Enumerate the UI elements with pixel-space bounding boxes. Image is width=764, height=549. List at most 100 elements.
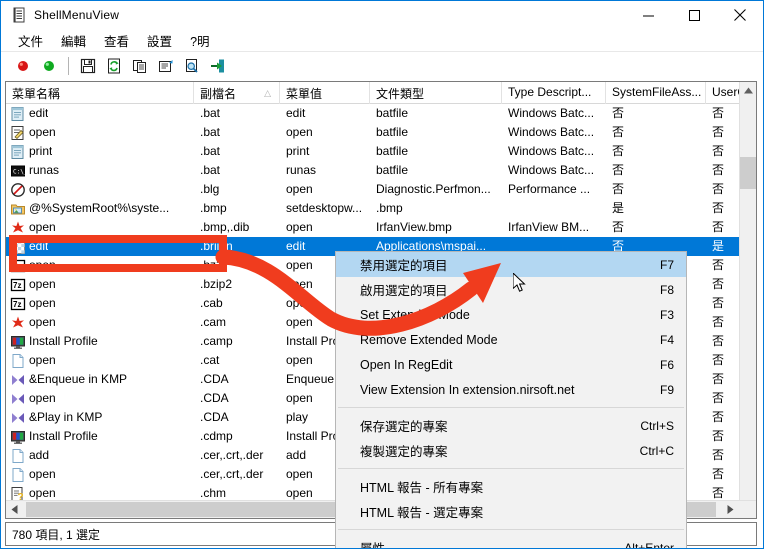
- context-menu-item[interactable]: HTML 報告 - 所有專案: [336, 474, 686, 499]
- cell-type-description: IrfanView BM...: [508, 220, 590, 234]
- menu-help[interactable]: ?明: [181, 29, 218, 52]
- maximize-button[interactable]: [671, 1, 717, 29]
- menu-edit[interactable]: 編輯: [52, 29, 95, 52]
- context-menu-item-accelerator: F4: [659, 332, 674, 347]
- context-menu-item-accelerator: F3: [659, 307, 674, 322]
- cell-type-description: Performance ...: [508, 182, 591, 196]
- cell-menu-name: open: [6, 180, 194, 199]
- cell-menu-name: ? open: [6, 484, 194, 501]
- cell-menu-name: open: [6, 389, 194, 408]
- close-button[interactable]: [717, 1, 763, 29]
- context-menu[interactable]: 禁用選定的項目 F7 啟用選定的項目 F8 Set Extended Mode F3 Rem…: [335, 251, 687, 549]
- context-menu-item[interactable]: View Extension In extension.nirsoft.net F…: [336, 377, 686, 402]
- cell-menu-value: open: [286, 125, 313, 139]
- cell-file-type: batfile: [376, 125, 409, 139]
- context-menu-item-label: Remove Extended Mode: [360, 332, 498, 347]
- cell-menu-name: 7z open: [6, 256, 194, 275]
- context-menu-item[interactable]: Set Extended Mode F3: [336, 302, 686, 327]
- column-header-menu-name[interactable]: 菜單名稱: [6, 82, 194, 104]
- cell-menu-name: C:\_runas: [6, 161, 194, 180]
- scroll-right-icon[interactable]: [722, 501, 739, 518]
- disable-item-icon[interactable]: [11, 54, 35, 78]
- cell-extension: .briian: [200, 239, 233, 253]
- cell-systemfileassoc: 否: [612, 125, 625, 139]
- table-row[interactable]: print .bat print batfile Windows Batc... 否否: [6, 142, 756, 161]
- cell-type-description: Windows Batc...: [508, 125, 595, 139]
- cell-menu-name: print: [6, 142, 194, 161]
- find-icon[interactable]: [180, 54, 204, 78]
- menu-view[interactable]: 查看: [95, 29, 138, 52]
- blank-doc-icon: [10, 448, 26, 464]
- cell-menu-name-label: Install Profile: [29, 429, 98, 443]
- cell-file-type: batfile: [376, 163, 409, 177]
- column-header-systemfileassoc[interactable]: SystemFileAss...: [606, 82, 706, 104]
- cell-menu-name-label: edit: [29, 239, 49, 253]
- console-icon: C:\_: [10, 163, 26, 179]
- table-row[interactable]: edit .bat edit batfile Windows Batc... 否否: [6, 104, 756, 123]
- cell-extension: .cdmp: [200, 429, 233, 443]
- context-menu-item[interactable]: 屬性 Alt+Enter: [336, 535, 686, 549]
- context-menu-item-accelerator: F9: [659, 382, 674, 397]
- status-text: 780 項目, 1 選定: [12, 527, 101, 542]
- table-row[interactable]: open .bat open batfile Windows Batc... 否否: [6, 123, 756, 142]
- column-header-extension[interactable]: 副檔名 △: [194, 82, 280, 104]
- context-menu-item[interactable]: HTML 報告 - 選定專案: [336, 499, 686, 524]
- vertical-scroll-thumb[interactable]: [740, 157, 756, 189]
- svg-text:7z: 7z: [13, 262, 21, 271]
- cell-systemfileassoc: 否: [612, 106, 625, 120]
- cell-menu-name: edit: [6, 237, 194, 256]
- window-title: ShellMenuView: [34, 8, 120, 22]
- column-header-file-type[interactable]: 文件類型: [370, 82, 502, 104]
- table-row[interactable]: open .bmp,.dib open IrfanView.bmp IrfanView …: [6, 218, 756, 237]
- menu-file[interactable]: 文件: [9, 29, 52, 52]
- table-row[interactable]: open .blg open Diagnostic.Perfmon... Perform…: [6, 180, 756, 199]
- cell-file-type: batfile: [376, 144, 409, 158]
- cell-menu-name: open: [6, 351, 194, 370]
- cell-menu-value: runas: [286, 163, 317, 177]
- enable-item-icon[interactable]: [37, 54, 61, 78]
- monitor-icon: [10, 334, 26, 350]
- cell-menu-value: edit: [286, 106, 306, 120]
- context-menu-item[interactable]: 禁用選定的項目 F7: [336, 252, 686, 277]
- properties-icon[interactable]: [154, 54, 178, 78]
- cell-menu-name-label: @%SystemRoot%\syste...: [29, 201, 170, 215]
- context-menu-item[interactable]: 複製選定的專案 Ctrl+C: [336, 438, 686, 463]
- cell-extension: .cam: [200, 315, 227, 329]
- scroll-up-icon[interactable]: [740, 82, 756, 99]
- vertical-scrollbar[interactable]: [739, 82, 756, 518]
- exit-icon[interactable]: [206, 54, 230, 78]
- context-menu-item-label: HTML 報告 - 所有專案: [360, 481, 484, 495]
- cell-menu-value: print: [286, 144, 310, 158]
- cell-menu-name: &Play in KMP: [6, 408, 194, 427]
- context-menu-item[interactable]: Remove Extended Mode F4: [336, 327, 686, 352]
- refresh-icon[interactable]: [102, 54, 126, 78]
- save-icon[interactable]: [76, 54, 100, 78]
- cell-menu-name-label: edit: [29, 106, 49, 120]
- context-menu-item[interactable]: 啟用選定的項目 F8: [336, 277, 686, 302]
- column-header-menu-value[interactable]: 菜單值: [280, 82, 370, 104]
- scroll-left-icon[interactable]: [6, 501, 23, 518]
- title-bar: ShellMenuView: [1, 1, 763, 29]
- monitor-icon: [10, 429, 26, 445]
- cell-menu-value: open: [286, 220, 313, 234]
- kmplayer-icon: [10, 391, 26, 407]
- minimize-button[interactable]: [625, 1, 671, 29]
- cell-menu-name-label: &Enqueue in KMP: [29, 372, 128, 386]
- copy-icon[interactable]: [128, 54, 152, 78]
- blank-doc-icon: [10, 467, 26, 483]
- table-row[interactable]: C:\_runas.batrunasbatfileWindows Batc...…: [6, 161, 756, 180]
- table-row[interactable]: @%SystemRoot%\syste... .bmp setdesktopw...…: [6, 199, 756, 218]
- cell-menu-name: open: [6, 123, 194, 142]
- context-menu-item[interactable]: Open In RegEdit F6: [336, 352, 686, 377]
- menu-settings[interactable]: 設置: [138, 29, 181, 52]
- cell-extension: .bat: [200, 125, 221, 139]
- context-menu-item[interactable]: 保存選定的專案 Ctrl+S: [336, 413, 686, 438]
- window-controls: [625, 1, 763, 29]
- folder-pic-icon: [10, 201, 26, 217]
- cell-menu-name: Install Profile: [6, 427, 194, 446]
- column-header-type-descript[interactable]: Type Descript...: [502, 82, 606, 104]
- context-menu-item-label: View Extension In extension.nirsoft.net: [360, 382, 575, 397]
- cell-systemfileassoc: 否: [612, 220, 625, 234]
- cell-menu-name-label: runas: [29, 163, 60, 177]
- context-menu-item-label: 屬性: [360, 542, 386, 549]
